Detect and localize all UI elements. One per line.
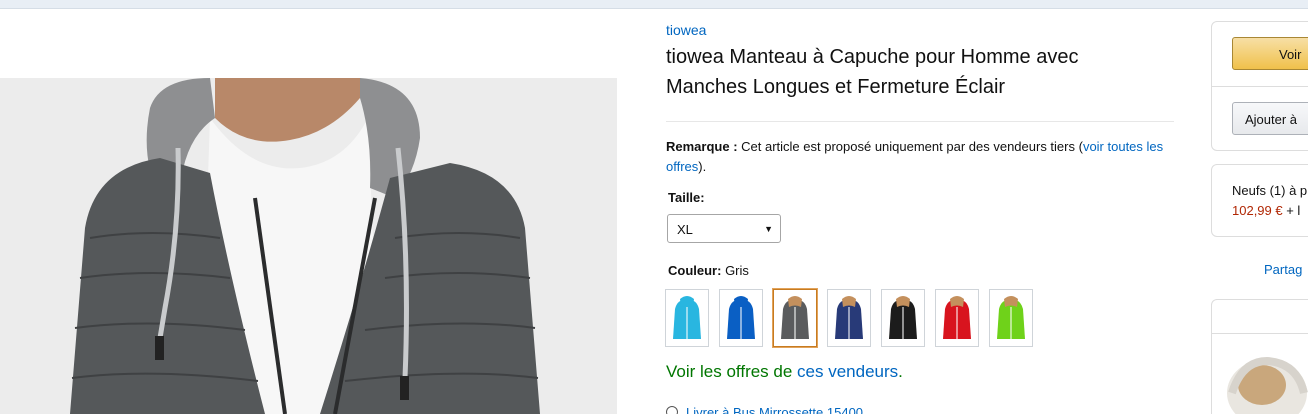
new-offers-box	[1211, 164, 1308, 237]
color-selected-name: Gris	[721, 263, 749, 278]
delivery-row[interactable]: Livrer à Bus Mirrossette 15400	[666, 405, 863, 414]
jacket-swatch-icon	[835, 296, 863, 339]
swatch-rouge[interactable]	[935, 289, 979, 347]
product-main-image[interactable]	[0, 78, 617, 414]
sponsored-product-image[interactable]	[1222, 353, 1308, 414]
share-link[interactable]: Partag	[1264, 262, 1302, 277]
color-label-title: Couleur:	[668, 263, 722, 278]
swatch-marine[interactable]	[827, 289, 871, 347]
offers-line: Voir les offres de ces vendeurs.	[666, 362, 903, 382]
divider	[666, 121, 1174, 122]
jacket-swatch-icon	[727, 296, 755, 339]
jacket-swatch-icon	[943, 296, 971, 339]
new-offers-price: 102,99 € + l	[1232, 203, 1300, 218]
swatch-cyan[interactable]	[665, 289, 709, 347]
color-label: Couleur: Gris	[668, 263, 749, 278]
new-offers-link[interactable]: Neufs (1) à p	[1232, 183, 1307, 198]
price-suffix: + l	[1282, 203, 1301, 218]
product-title: tiowea Manteau à Capuche pour Homme avec…	[666, 46, 1079, 98]
size-select[interactable]: XL ▼	[667, 214, 781, 243]
jacket-photo-icon	[0, 78, 617, 414]
sponsored-divider	[1212, 333, 1308, 334]
third-party-note: Remarque : Cet article est proposé uniqu…	[666, 137, 1166, 177]
top-strip	[0, 0, 1308, 9]
brand-link[interactable]: tiowea	[666, 22, 706, 38]
buybox-divider	[1212, 86, 1308, 87]
delivery-text: Livrer à Bus Mirrossette 15400	[686, 405, 864, 414]
jacket-swatch-icon	[673, 296, 701, 339]
offers-prefix: Voir les offres de	[666, 362, 798, 381]
location-pin-icon	[666, 406, 678, 414]
see-offers-button[interactable]: Voir	[1232, 37, 1308, 70]
jacket-swatch-icon	[889, 296, 917, 339]
price-value: 102,99 €	[1232, 203, 1283, 218]
caret-down-icon: ▼	[764, 224, 773, 234]
add-to-list-button[interactable]: Ajouter à	[1232, 102, 1308, 135]
swatch-vert[interactable]	[989, 289, 1033, 347]
note-end: ).	[698, 159, 707, 174]
jacket-thumbnail-icon	[1227, 356, 1308, 414]
swatch-bleu[interactable]	[719, 289, 763, 347]
swatch-noir[interactable]	[881, 289, 925, 347]
offers-suffix: .	[898, 362, 903, 381]
color-swatches	[665, 289, 1033, 347]
sellers-link[interactable]: ces vendeurs	[797, 362, 898, 381]
jacket-swatch-icon	[997, 296, 1025, 339]
size-selected-value: XL	[677, 222, 693, 237]
swatch-gris[interactable]	[773, 289, 817, 347]
note-label: Remarque :	[666, 139, 738, 154]
note-text: Cet article est proposé uniquement par d…	[737, 139, 1083, 154]
jacket-swatch-icon	[781, 296, 809, 339]
size-label: Taille:	[668, 190, 705, 205]
